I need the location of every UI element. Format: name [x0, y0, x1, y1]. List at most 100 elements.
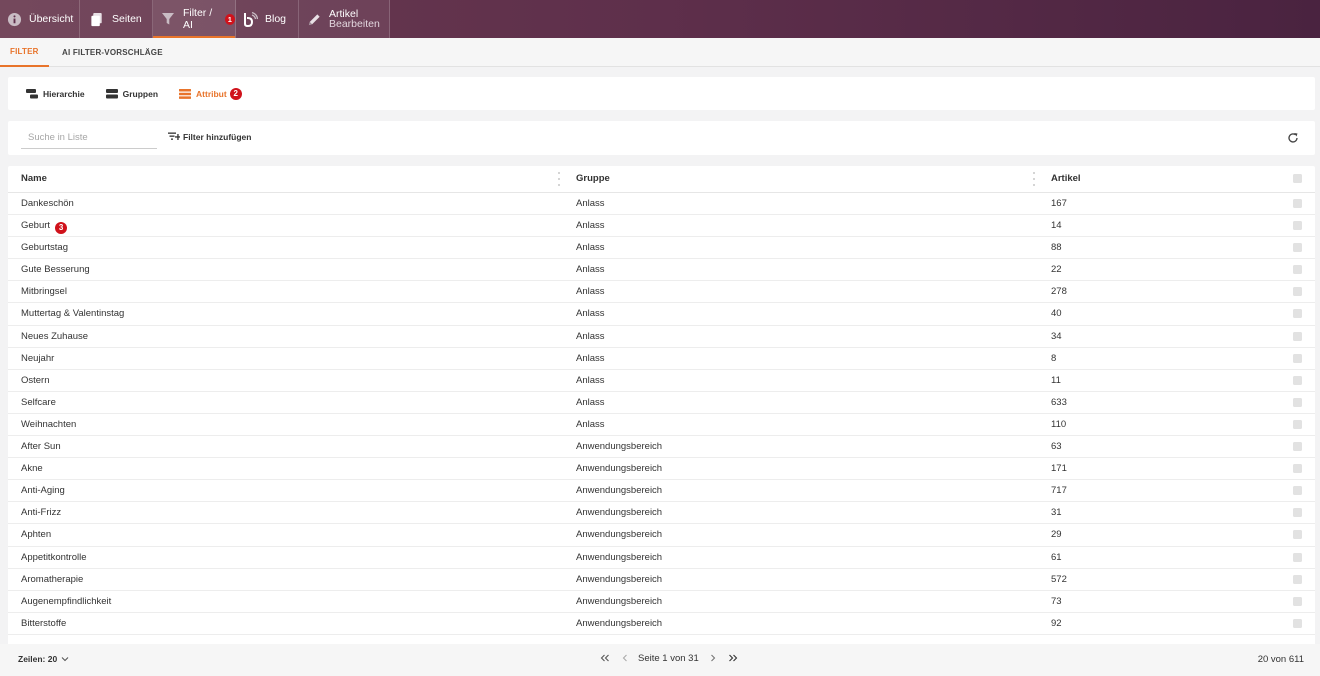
table-row[interactable]: Neues Zuhause Anlass 34: [8, 326, 1315, 348]
column-header-artikel[interactable]: Artikel: [1051, 173, 1081, 184]
first-page-icon[interactable]: [599, 652, 611, 664]
attribute-table: Name Gruppe Artikel Dankeschön Anlass 167 G…: [8, 166, 1315, 676]
table-row[interactable]: Aphten Anwendungsbereich 29: [8, 524, 1315, 547]
cell-artikel: 63: [1051, 441, 1062, 453]
filter-icon: [161, 11, 176, 27]
row-checkbox[interactable]: [1293, 221, 1302, 231]
add-filter-button[interactable]: Filter hinzufügen: [168, 132, 251, 142]
cell-name-text: Weihnachten: [21, 418, 77, 430]
cell-gruppe: Anlass: [576, 330, 605, 342]
previous-page-icon[interactable]: [619, 652, 631, 664]
row-checkbox[interactable]: [1293, 574, 1302, 584]
nav-artikel-bearbeiten[interactable]: Artikel Bearbeiten: [299, 0, 390, 38]
table-row[interactable]: Dankeschön Anlass 167: [8, 193, 1315, 216]
cell-name-text: Aromatherapie: [21, 573, 84, 585]
nav-seiten-label: Seiten: [112, 13, 142, 25]
cell-gruppe: Anlass: [576, 396, 605, 408]
table-row[interactable]: Geburt 3 Anlass 14: [8, 215, 1315, 238]
table-row[interactable]: Anti-Frizz Anwendungsbereich 31: [8, 502, 1315, 525]
table-row[interactable]: Aromatherapie Anwendungsbereich 572: [8, 569, 1315, 591]
row-checkbox[interactable]: [1293, 199, 1302, 208]
last-page-icon[interactable]: [727, 652, 739, 664]
row-checkbox[interactable]: [1293, 419, 1302, 429]
cell-gruppe: Anlass: [576, 264, 605, 276]
cell-artikel: 14: [1051, 220, 1062, 232]
table-row[interactable]: Weihnachten Anlass 110: [8, 414, 1315, 437]
table-row[interactable]: Neujahr Anlass 8: [8, 348, 1315, 370]
row-checkbox[interactable]: [1293, 375, 1302, 385]
row-checkbox[interactable]: [1293, 486, 1302, 496]
table-row[interactable]: Muttertag & Valentinstag Anlass 40: [8, 303, 1315, 326]
rows-per-page-select[interactable]: Zeilen: 20: [18, 654, 69, 664]
cell-gruppe: Anwendungsbereich: [576, 573, 663, 585]
groups-icon: [105, 88, 118, 99]
row-checkbox[interactable]: [1293, 530, 1302, 540]
subnav-hierarchie[interactable]: Hierarchie: [26, 88, 85, 99]
table-row[interactable]: Augenempfindlichkeit Anwendungsbereich 73: [8, 591, 1315, 613]
row-checkbox[interactable]: [1293, 353, 1302, 363]
row-checkbox[interactable]: [1293, 618, 1302, 628]
tab-filter[interactable]: FILTER: [0, 38, 49, 67]
table-row[interactable]: Mitbringsel Anlass 278: [8, 281, 1315, 304]
cell-name: Geburt 3: [21, 220, 68, 234]
cell-artikel: 29: [1051, 529, 1062, 541]
filter-add-icon: [168, 132, 180, 142]
row-checkbox[interactable]: [1293, 596, 1302, 606]
column-resize-handle[interactable]: [1033, 172, 1035, 186]
nav-uebersicht[interactable]: Übersicht: [0, 0, 80, 38]
cell-artikel: 110: [1051, 418, 1067, 430]
row-checkbox[interactable]: [1293, 309, 1302, 319]
table-row[interactable]: Akne Anwendungsbereich 171: [8, 458, 1315, 481]
cell-gruppe: Anlass: [576, 198, 605, 209]
column-header-gruppe[interactable]: Gruppe: [576, 173, 610, 184]
row-checkbox[interactable]: [1293, 464, 1302, 474]
cell-name: Aromatherapie: [21, 574, 83, 585]
row-checkbox[interactable]: [1293, 442, 1302, 452]
select-all-checkbox[interactable]: [1293, 174, 1302, 183]
next-page-icon[interactable]: [707, 652, 719, 664]
subnav-attribut-badge: 2: [229, 87, 242, 100]
row-checkbox[interactable]: [1293, 243, 1302, 253]
subnav-gruppen[interactable]: Gruppen: [105, 88, 158, 99]
table-row[interactable]: Geburtstag Anlass 88: [8, 237, 1315, 260]
table-row[interactable]: Appetitkontrolle Anwendungsbereich 61: [8, 547, 1315, 569]
table-row[interactable]: After Sun Anwendungsbereich 63: [8, 436, 1315, 459]
table-row[interactable]: Ostern Anlass 11: [8, 370, 1315, 392]
nav-seiten[interactable]: Seiten: [80, 0, 153, 38]
cell-gruppe: Anwendungsbereich: [576, 617, 663, 629]
cell-gruppe: Anwendungsbereich: [576, 595, 663, 607]
hierarchy-icon: [26, 88, 38, 99]
row-checkbox[interactable]: [1293, 508, 1302, 518]
column-resize-handle[interactable]: [558, 172, 560, 186]
nav-filter-ai[interactable]: Filter / AI 1: [153, 0, 236, 38]
column-header-name[interactable]: Name: [21, 173, 47, 184]
table-row[interactable]: Bitterstoffe Anwendungsbereich 92: [8, 613, 1315, 635]
blog-icon: [242, 11, 258, 27]
cell-gruppe: Anwendungsbereich: [576, 551, 663, 563]
row-checkbox[interactable]: [1293, 265, 1302, 275]
tab-ai-filter-vorschlaege[interactable]: AI FILTER-VORSCHLÄGE: [49, 38, 173, 67]
refresh-icon[interactable]: [1287, 132, 1299, 144]
nav-filter-badge: 1: [224, 13, 235, 25]
search-input[interactable]: [21, 127, 157, 149]
cell-artikel: 572: [1051, 573, 1067, 585]
row-checkbox[interactable]: [1293, 287, 1302, 297]
cell-artikel: 34: [1051, 330, 1062, 342]
nav-blog[interactable]: Blog: [236, 0, 299, 38]
row-count: 20 von 611: [1257, 654, 1304, 665]
cell-gruppe: Anlass: [576, 220, 605, 232]
table-header: Name Gruppe Artikel: [8, 166, 1315, 193]
subnav-attribut[interactable]: Attribut 2: [179, 87, 242, 100]
cell-name: Neues Zuhause: [21, 331, 88, 342]
row-checkbox[interactable]: [1293, 331, 1302, 341]
table-row[interactable]: Anti-Aging Anwendungsbereich 717: [8, 480, 1315, 503]
cell-name-text: Gute Besserung: [21, 264, 90, 276]
table-row[interactable]: Gute Besserung Anlass 22: [8, 259, 1315, 282]
cell-name: Aphten: [21, 529, 51, 540]
cell-name-text: Bitterstoffe: [21, 617, 67, 629]
row-checkbox[interactable]: [1293, 552, 1302, 562]
cell-gruppe: Anlass: [576, 374, 605, 386]
row-checkbox[interactable]: [1293, 397, 1302, 407]
table-row[interactable]: Selfcare Anlass 633: [8, 392, 1315, 414]
cell-name: Mitbringsel: [21, 286, 67, 297]
